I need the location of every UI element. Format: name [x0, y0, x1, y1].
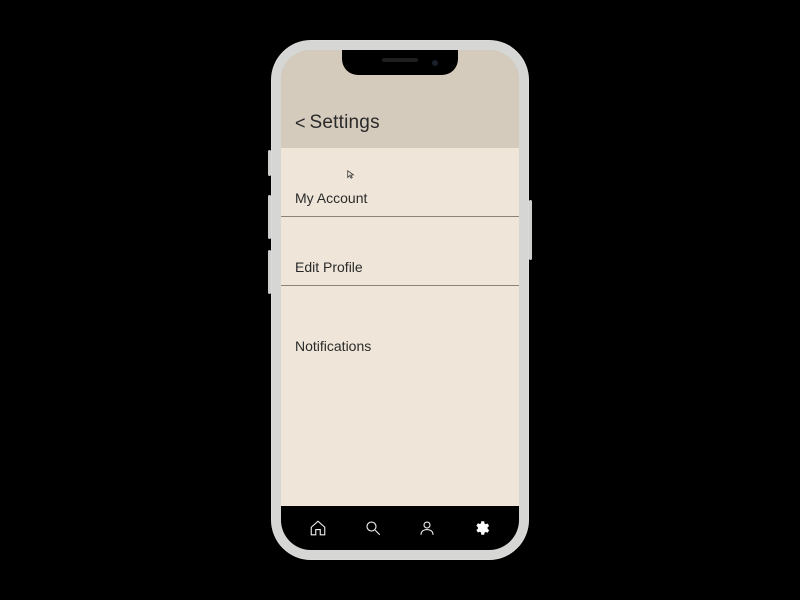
phone-frame: < Settings My Account Edit Profile Notif…	[271, 40, 529, 560]
settings-item-my-account[interactable]: My Account	[281, 148, 519, 217]
settings-list: My Account Edit Profile Notifications	[281, 148, 519, 506]
speaker	[382, 58, 418, 62]
search-icon[interactable]	[362, 517, 384, 539]
home-icon[interactable]	[307, 517, 329, 539]
tab-bar	[281, 506, 519, 550]
volume-down-button	[268, 250, 271, 294]
side-button	[268, 150, 271, 176]
settings-item-label: Edit Profile	[295, 259, 363, 275]
profile-icon[interactable]	[416, 517, 438, 539]
power-button	[529, 200, 532, 260]
settings-item-notifications[interactable]: Notifications	[281, 286, 519, 364]
volume-up-button	[268, 195, 271, 239]
page-title: Settings	[310, 112, 380, 134]
settings-item-label: My Account	[295, 190, 367, 206]
back-button[interactable]: <	[295, 113, 306, 134]
screen: < Settings My Account Edit Profile Notif…	[281, 50, 519, 550]
cursor-icon	[347, 170, 356, 182]
settings-item-label: Notifications	[295, 338, 371, 354]
front-camera	[432, 60, 438, 66]
settings-item-edit-profile[interactable]: Edit Profile	[281, 217, 519, 286]
notch	[342, 50, 458, 75]
settings-icon[interactable]	[471, 517, 493, 539]
